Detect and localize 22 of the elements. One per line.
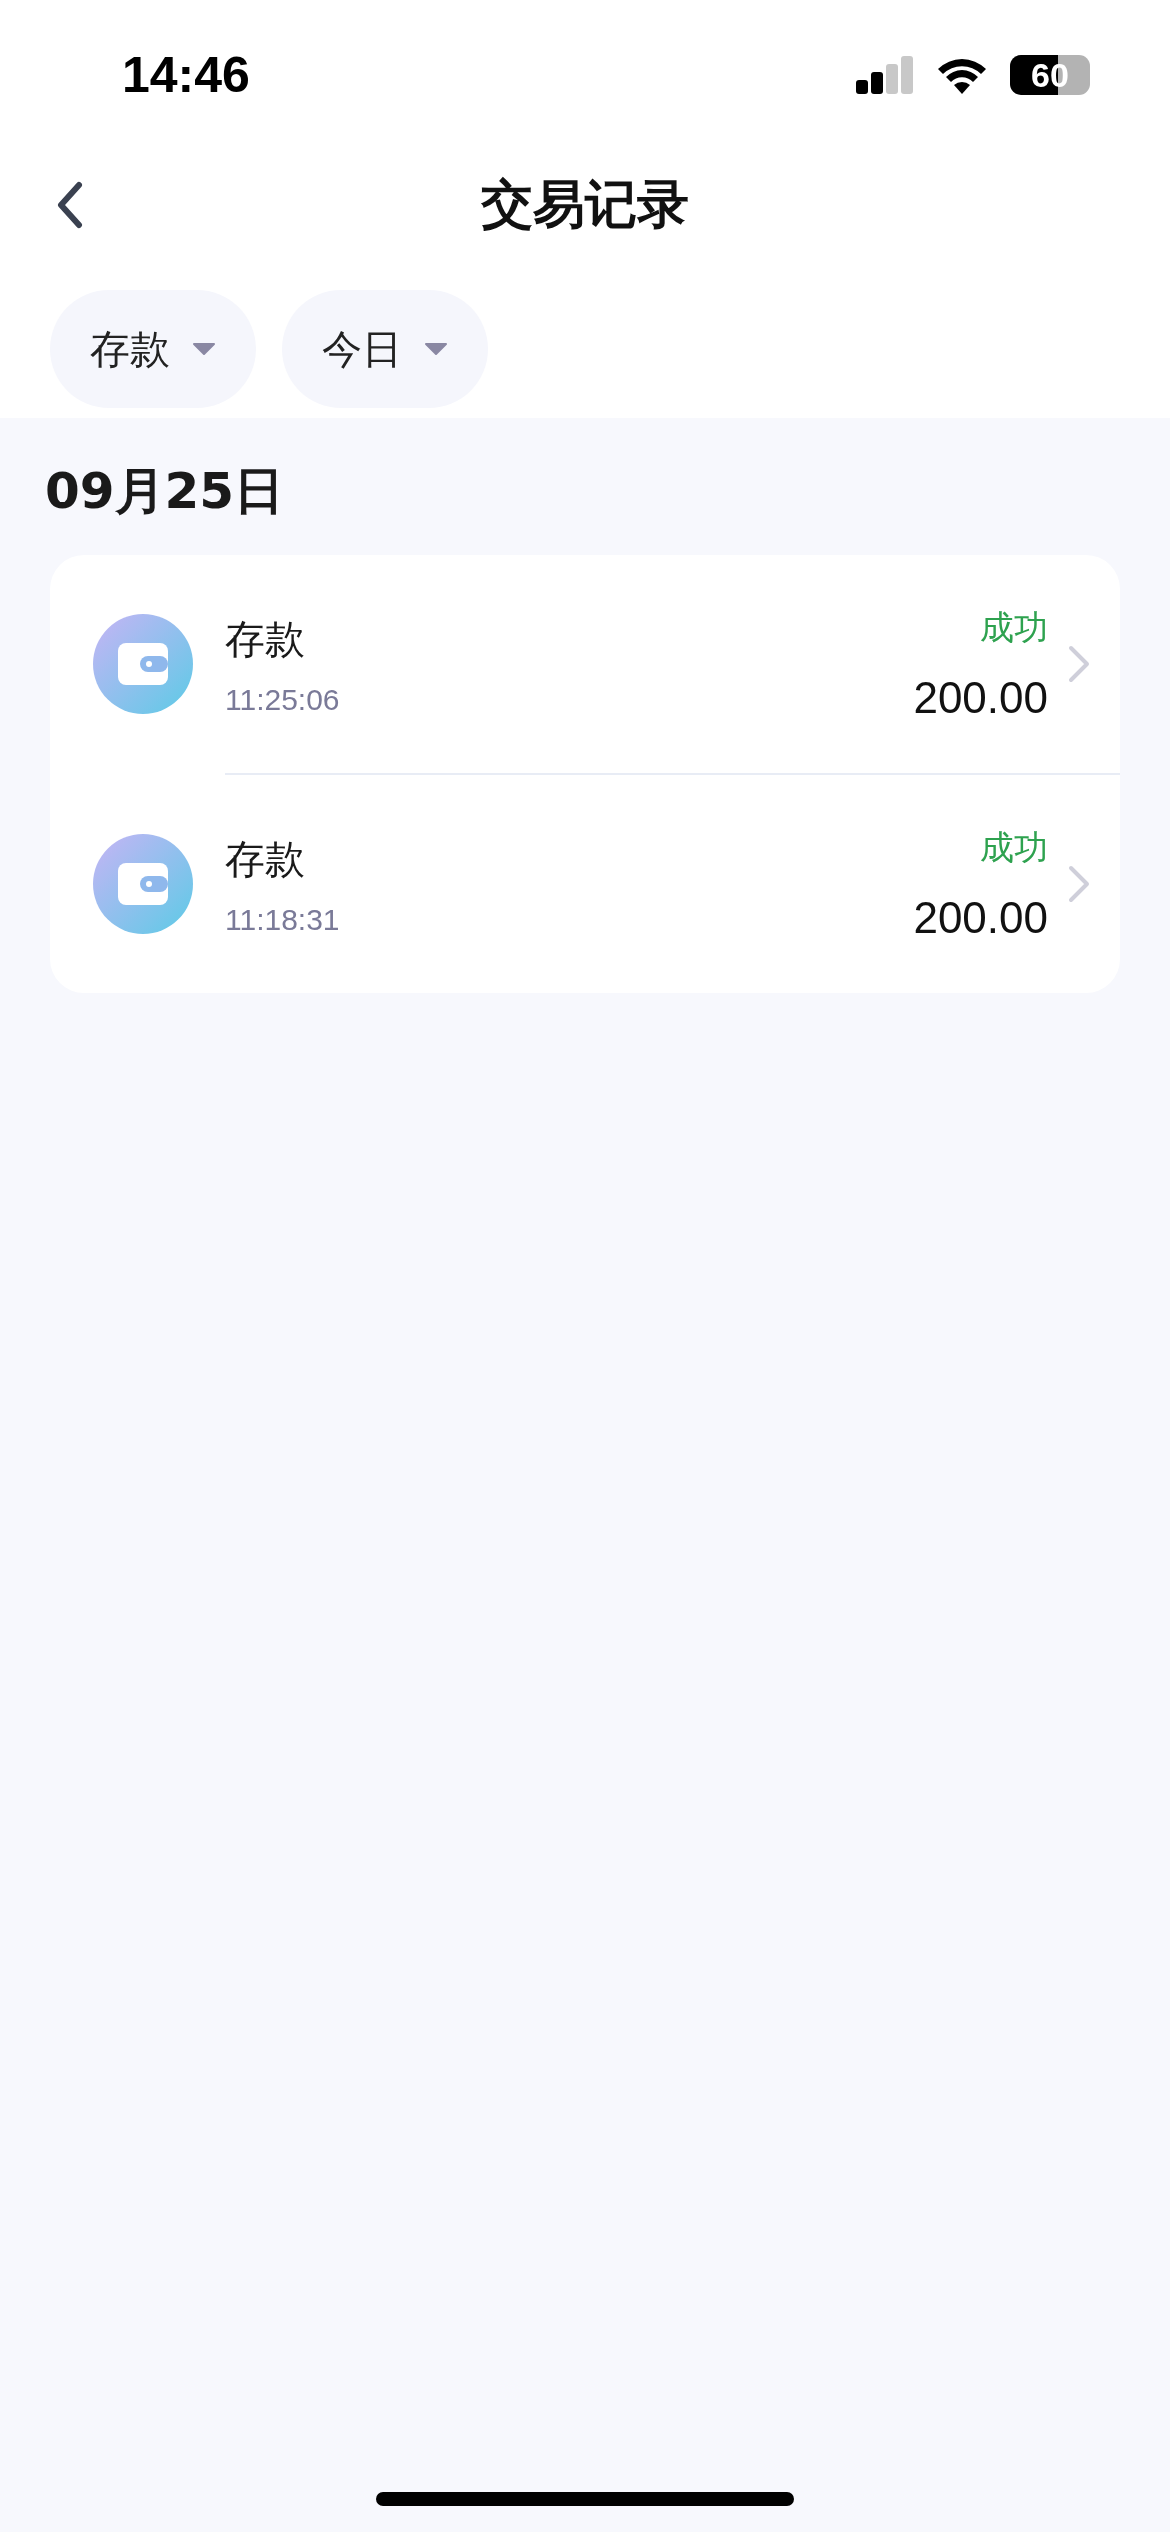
transaction-title: 存款 [225, 614, 306, 664]
wifi-icon [936, 56, 988, 94]
status-time: 14:46 [122, 46, 250, 104]
chevron-right-icon [1068, 645, 1090, 683]
transaction-amount: 200.00 [913, 893, 1048, 943]
transaction-row[interactable]: 存款 11:25:06 成功 200.00 [50, 555, 1120, 773]
caret-down-icon [424, 342, 448, 356]
date-heading: 09月25日 [45, 461, 286, 522]
filter-dropdown[interactable]: 今日 [282, 290, 488, 408]
page-title: 交易记录 [481, 173, 689, 236]
chevron-left-icon [55, 181, 85, 229]
filter-dropdown[interactable]: 存款 [50, 290, 256, 408]
transaction-amount: 200.00 [913, 673, 1048, 723]
transaction-time: 11:18:31 [225, 902, 341, 937]
transaction-status: 成功 [980, 826, 1048, 869]
transaction-time: 11:25:06 [225, 682, 341, 717]
caret-down-icon [192, 342, 216, 356]
chevron-right-icon [1068, 865, 1090, 903]
signal-icon [856, 56, 914, 94]
transaction-row[interactable]: 存款 11:18:31 成功 200.00 [50, 775, 1120, 993]
transaction-status: 成功 [980, 606, 1048, 649]
transaction-title: 存款 [225, 834, 306, 884]
